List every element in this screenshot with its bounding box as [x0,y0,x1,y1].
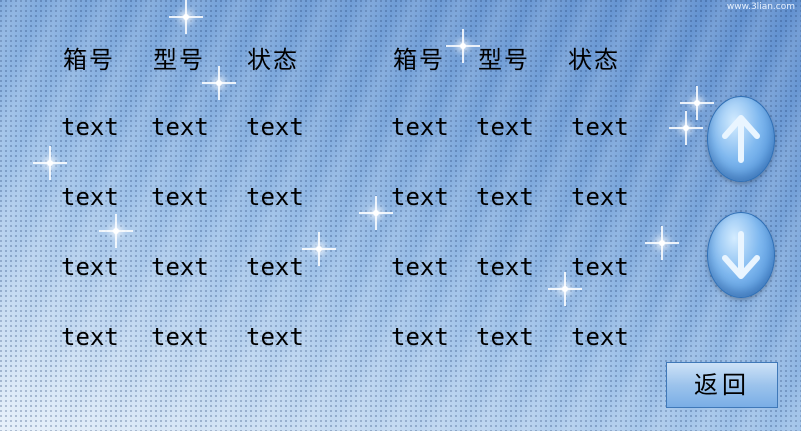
star-decoration [359,196,393,230]
header-model-right: 型号 [478,46,530,74]
star-decoration [169,0,203,34]
star-decoration [680,86,714,120]
table-cell: text [391,253,449,281]
header-model-left: 型号 [153,46,205,74]
star-decoration [33,146,67,180]
table-cell: text [571,113,629,141]
table-cell: text [571,323,629,351]
watermark-text: www.3lian.com [726,2,795,12]
scroll-down-button[interactable] [707,212,775,298]
table-cell: text [246,183,304,211]
arrow-down-icon [722,231,760,279]
table-cell: text [246,113,304,141]
scroll-up-button[interactable] [707,96,775,182]
header-box-number-right: 箱号 [393,46,445,74]
table-cell: text [476,183,534,211]
table-cell: text [246,323,304,351]
star-decoration [669,111,703,145]
table-cell: text [476,253,534,281]
table-cell: text [151,323,209,351]
table-cell: text [151,183,209,211]
table-cell: text [476,113,534,141]
table-cell: text [571,253,629,281]
table-cell: text [61,183,119,211]
star-decoration [99,214,133,248]
star-decoration [302,232,336,266]
star-decoration [645,226,679,260]
table-cell: text [476,323,534,351]
star-decoration [548,272,582,306]
header-box-number-left: 箱号 [63,46,115,74]
star-decoration [446,29,480,63]
table-cell: text [61,253,119,281]
table-cell: text [391,323,449,351]
table-cell: text [246,253,304,281]
header-status-right: 状态 [568,46,620,74]
table-cell: text [571,183,629,211]
table-cell: text [61,113,119,141]
star-decoration [202,66,236,100]
back-button[interactable]: 返回 [666,362,778,408]
table-cell: text [151,113,209,141]
table-cell: text [151,253,209,281]
arrow-up-icon [722,115,760,163]
table-cell: text [61,323,119,351]
table-cell: text [391,113,449,141]
table-cell: text [391,183,449,211]
header-status-left: 状态 [247,46,299,74]
